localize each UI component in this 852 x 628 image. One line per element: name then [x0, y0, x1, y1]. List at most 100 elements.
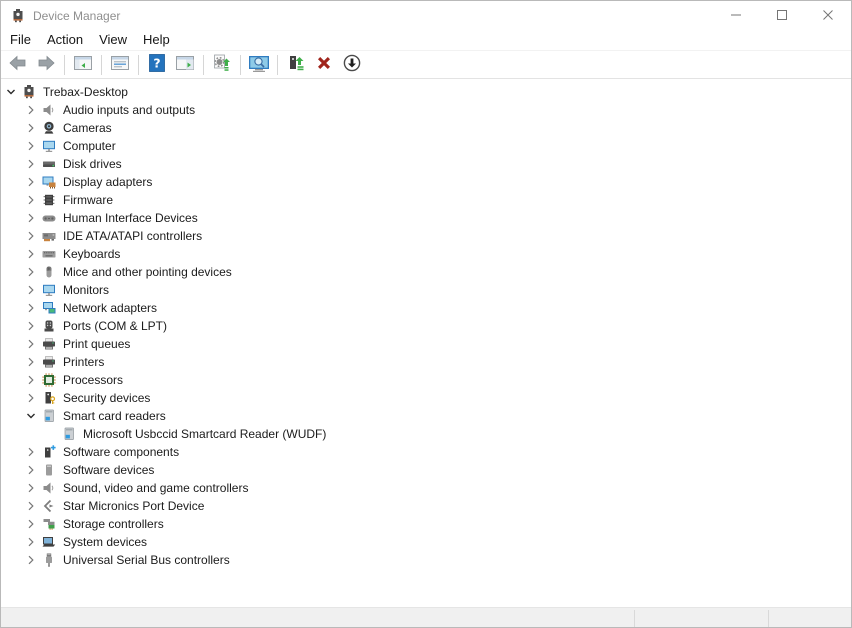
svg-text:?: ?	[153, 56, 160, 71]
tree-item-trebax-desktop[interactable]: Trebax-Desktop	[1, 83, 851, 101]
monitor-icon	[41, 138, 57, 154]
toolbar-show-console-tree-button[interactable]	[70, 53, 96, 77]
toolbar-forward-button[interactable]	[33, 53, 59, 77]
chevron-right-icon[interactable]	[23, 552, 39, 568]
chevron-right-icon[interactable]	[23, 282, 39, 298]
chevron-right-icon[interactable]	[23, 156, 39, 172]
chevron-right-icon[interactable]	[23, 210, 39, 226]
tree-item-processors[interactable]: Processors	[1, 371, 851, 389]
tree-item-microsoft-usbccid-smartcard-reader-wudf[interactable]: Microsoft Usbccid Smartcard Reader (WUDF…	[1, 425, 851, 443]
tree-item-audio-inputs-and-outputs[interactable]: Audio inputs and outputs	[1, 101, 851, 119]
chevron-down-icon[interactable]	[3, 84, 19, 100]
chevron-right-icon[interactable]	[23, 498, 39, 514]
chevron-right-icon[interactable]	[23, 264, 39, 280]
help-icon: ?	[147, 53, 167, 76]
tree-item-human-interface-devices[interactable]: Human Interface Devices	[1, 209, 851, 227]
tree-item-label: Storage controllers	[63, 517, 164, 531]
toolbar-uninstall-device-button[interactable]	[311, 53, 337, 77]
chevron-right-icon[interactable]	[23, 372, 39, 388]
tree-item-label: Ports (COM & LPT)	[63, 319, 167, 333]
status-bar-separator	[768, 610, 769, 627]
chevron-right-icon[interactable]	[23, 318, 39, 334]
chevron-right-icon[interactable]	[23, 300, 39, 316]
toolbar-show-action-pane-button[interactable]	[172, 53, 198, 77]
tree-item-label: Processors	[63, 373, 123, 387]
menu-item-view[interactable]: View	[91, 31, 135, 50]
tree-item-label: Computer	[63, 139, 116, 153]
monitor-icon	[41, 282, 57, 298]
chevron-right-icon[interactable]	[23, 462, 39, 478]
tree-item-label: Cameras	[63, 121, 112, 135]
tree-item-monitors[interactable]: Monitors	[1, 281, 851, 299]
toolbar-disable-device-button[interactable]	[339, 53, 365, 77]
network-icon	[41, 300, 57, 316]
toolbar-search-button[interactable]	[246, 53, 272, 77]
toolbar-help-button[interactable]: ?	[144, 53, 170, 77]
camera-icon	[41, 120, 57, 136]
toolbar-separator	[277, 55, 278, 75]
chevron-right-icon[interactable]	[23, 534, 39, 550]
close-button[interactable]	[805, 1, 851, 30]
chevron-right-icon[interactable]	[23, 138, 39, 154]
status-bar	[1, 607, 851, 627]
chevron-right-icon[interactable]	[23, 228, 39, 244]
tree-item-universal-serial-bus-controllers[interactable]: Universal Serial Bus controllers	[1, 551, 851, 569]
maximize-button[interactable]	[759, 1, 805, 30]
menu-item-help[interactable]: Help	[135, 31, 178, 50]
chevron-right-icon[interactable]	[23, 390, 39, 406]
toolbar-properties-button[interactable]	[107, 53, 133, 77]
status-bar-separator	[634, 610, 635, 627]
tree-item-software-components[interactable]: Software components	[1, 443, 851, 461]
tree-item-label: Audio inputs and outputs	[63, 103, 195, 117]
tree-item-label: Security devices	[63, 391, 150, 405]
tree-item-firmware[interactable]: Firmware	[1, 191, 851, 209]
menu-item-file[interactable]: File	[1, 31, 39, 50]
chevron-right-icon[interactable]	[23, 120, 39, 136]
chevron-right-icon[interactable]	[23, 192, 39, 208]
tree-item-mice-and-other-pointing-devices[interactable]: Mice and other pointing devices	[1, 263, 851, 281]
tree-item-display-adapters[interactable]: Display adapters	[1, 173, 851, 191]
chevron-right-icon[interactable]	[23, 174, 39, 190]
tree-item-sound-video-and-game-controllers[interactable]: Sound, video and game controllers	[1, 479, 851, 497]
tree-item-software-devices[interactable]: Software devices	[1, 461, 851, 479]
tree-item-print-queues[interactable]: Print queues	[1, 335, 851, 353]
toolbar-scan-for-hardware-changes-button[interactable]	[209, 53, 235, 77]
toolbar-separator	[101, 55, 102, 75]
menu-item-action[interactable]: Action	[39, 31, 91, 50]
chevron-right-icon[interactable]	[23, 444, 39, 460]
tree-item-ide-ata-atapi-controllers[interactable]: IDE ATA/ATAPI controllers	[1, 227, 851, 245]
chevron-right-icon[interactable]	[23, 354, 39, 370]
tree-item-cameras[interactable]: Cameras	[1, 119, 851, 137]
ide-icon	[41, 228, 57, 244]
maximize-icon	[777, 8, 787, 23]
tree-item-storage-controllers[interactable]: Storage controllers	[1, 515, 851, 533]
tree-item-label: Disk drives	[63, 157, 122, 171]
tree-item-disk-drives[interactable]: Disk drives	[1, 155, 851, 173]
tree-item-label: Universal Serial Bus controllers	[63, 553, 230, 567]
minimize-button[interactable]	[713, 1, 759, 30]
tree-item-system-devices[interactable]: System devices	[1, 533, 851, 551]
audio-icon	[41, 480, 57, 496]
chevron-right-icon[interactable]	[23, 480, 39, 496]
tree-item-network-adapters[interactable]: Network adapters	[1, 299, 851, 317]
chevron-right-icon[interactable]	[23, 336, 39, 352]
tree-item-label: Software devices	[63, 463, 154, 477]
close-icon	[823, 8, 833, 23]
tree-item-security-devices[interactable]: Security devices	[1, 389, 851, 407]
scan-hardware-icon	[212, 53, 232, 76]
menu-bar: FileActionViewHelp	[1, 30, 851, 51]
chevron-right-icon[interactable]	[23, 102, 39, 118]
chevron-right-icon[interactable]	[23, 246, 39, 262]
tree-item-smart-card-readers[interactable]: Smart card readers	[1, 407, 851, 425]
tree-item-ports-com-lpt[interactable]: Ports (COM & LPT)	[1, 317, 851, 335]
chevron-right-icon[interactable]	[23, 516, 39, 532]
tree-item-printers[interactable]: Printers	[1, 353, 851, 371]
chevron-down-icon[interactable]	[23, 408, 39, 424]
toolbar-update-driver-button[interactable]	[283, 53, 309, 77]
device-tree: Trebax-Desktop Audio inputs and outputs Ca…	[1, 79, 851, 607]
tree-item-computer[interactable]: Computer	[1, 137, 851, 155]
tree-item-keyboards[interactable]: Keyboards	[1, 245, 851, 263]
tree-item-star-micronics-port-device[interactable]: Star Micronics Port Device	[1, 497, 851, 515]
toolbar-back-button[interactable]	[5, 53, 31, 77]
forward-arrow-icon	[35, 53, 57, 76]
